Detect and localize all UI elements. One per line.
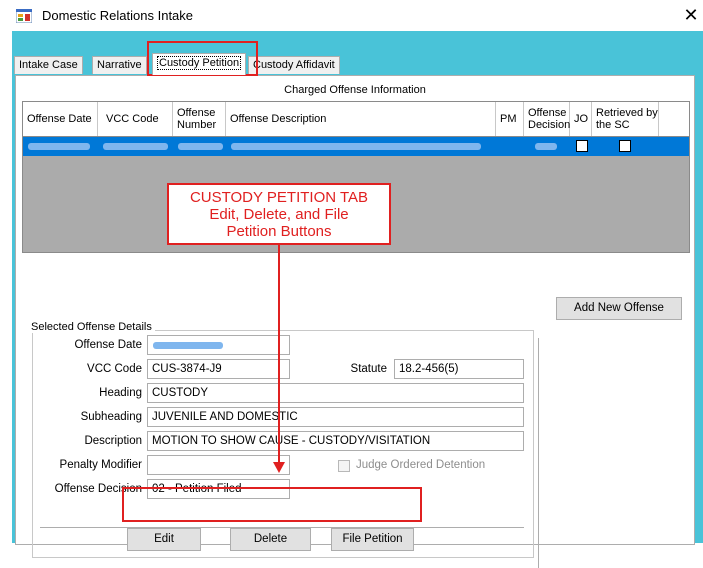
callout-line-3: Petition Buttons	[226, 223, 332, 240]
file-petition-button[interactable]: File Petition	[331, 528, 414, 551]
offense-date-label: Offense Date	[74, 339, 142, 351]
penalty-modifier-field[interactable]	[147, 455, 290, 475]
heading-field[interactable]: CUSTODY	[147, 383, 524, 403]
blurred-vcc-code	[103, 143, 168, 150]
col-offense-description[interactable]: Offense Description	[226, 102, 496, 136]
grid-header: Offense Date VCC Code Offense Number Off…	[23, 102, 689, 137]
tab-intake-case[interactable]: Intake Case	[14, 56, 83, 74]
offense-date-field[interactable]	[147, 335, 290, 355]
blurred-offense-decision	[535, 143, 557, 150]
col-vcc-code[interactable]: VCC Code	[98, 102, 173, 136]
heading-label: Heading	[99, 387, 142, 399]
grid-caption: Charged Offense Information	[284, 84, 426, 96]
col-offense-number[interactable]: Offense Number	[173, 102, 226, 136]
edit-button[interactable]: Edit	[127, 528, 201, 551]
retrieved-checkbox[interactable]	[619, 140, 631, 152]
penalty-modifier-label: Penalty Modifier	[59, 459, 142, 471]
annotation-arrow-icon	[273, 462, 285, 473]
col-offense-date[interactable]: Offense Date	[23, 102, 98, 136]
annotation-arrow-line	[278, 245, 280, 465]
blurred-offense-date	[28, 143, 90, 150]
subheading-field[interactable]: JUVENILE AND DOMESTIC	[147, 407, 524, 427]
app-window-icon	[16, 9, 32, 23]
statute-field[interactable]: 18.2-456(5)	[394, 359, 524, 379]
jo-checkbox[interactable]	[576, 140, 588, 152]
callout-line-1: CUSTODY PETITION TAB	[189, 189, 369, 206]
add-new-offense-button[interactable]: Add New Offense	[556, 297, 682, 320]
description-field[interactable]: MOTION TO SHOW CAUSE - CUSTODY/VISITATIO…	[147, 431, 524, 451]
tab-custody-petition[interactable]: Custody Petition	[152, 53, 247, 75]
blurred-offense-description	[231, 143, 481, 150]
col-offense-decision[interactable]: Offense Decision	[524, 102, 570, 136]
col-retrieved-by-sc[interactable]: Retrieved by the SC	[592, 102, 659, 136]
judge-ordered-detention-label: Judge Ordered Detention	[356, 459, 486, 471]
col-jo[interactable]: JO	[570, 102, 592, 136]
vcc-code-label: VCC Code	[87, 363, 142, 375]
subheading-label: Subheading	[80, 411, 142, 423]
tab-custody-petition-label: Custody Petition	[157, 56, 242, 70]
close-icon[interactable]: ✕	[680, 4, 702, 26]
statute-label: Statute	[350, 363, 387, 375]
window-title: Domestic Relations Intake	[42, 8, 194, 23]
vertical-divider	[538, 338, 539, 568]
client-area: Intake Case Narrative Custody Petition C…	[12, 31, 703, 568]
delete-button[interactable]: Delete	[230, 528, 311, 551]
blurred-offense-date-value	[153, 342, 223, 349]
judge-ordered-detention-checkbox[interactable]	[338, 460, 350, 472]
vcc-code-field[interactable]: CUS-3874-J9	[147, 359, 290, 379]
table-row[interactable]	[23, 137, 689, 156]
title-bar: Domestic Relations Intake ✕	[12, 0, 703, 31]
custody-petition-panel: Charged Offense Information Offense Date…	[15, 75, 695, 568]
petition-buttons-highlight	[122, 487, 422, 522]
app-window: Domestic Relations Intake ✕ Intake Case …	[0, 0, 703, 568]
annotation-callout: CUSTODY PETITION TAB Edit, Delete, and F…	[167, 183, 391, 245]
left-edge	[0, 0, 12, 543]
callout-line-2: Edit, Delete, and File	[209, 206, 349, 223]
selected-offense-details-label: Selected Offense Details	[28, 321, 155, 333]
tab-narrative[interactable]: Narrative	[92, 56, 147, 74]
col-pm[interactable]: PM	[496, 102, 524, 136]
description-label: Description	[84, 435, 142, 447]
tab-custody-affidavit[interactable]: Custody Affidavit	[248, 56, 340, 74]
blurred-offense-number	[178, 143, 223, 150]
